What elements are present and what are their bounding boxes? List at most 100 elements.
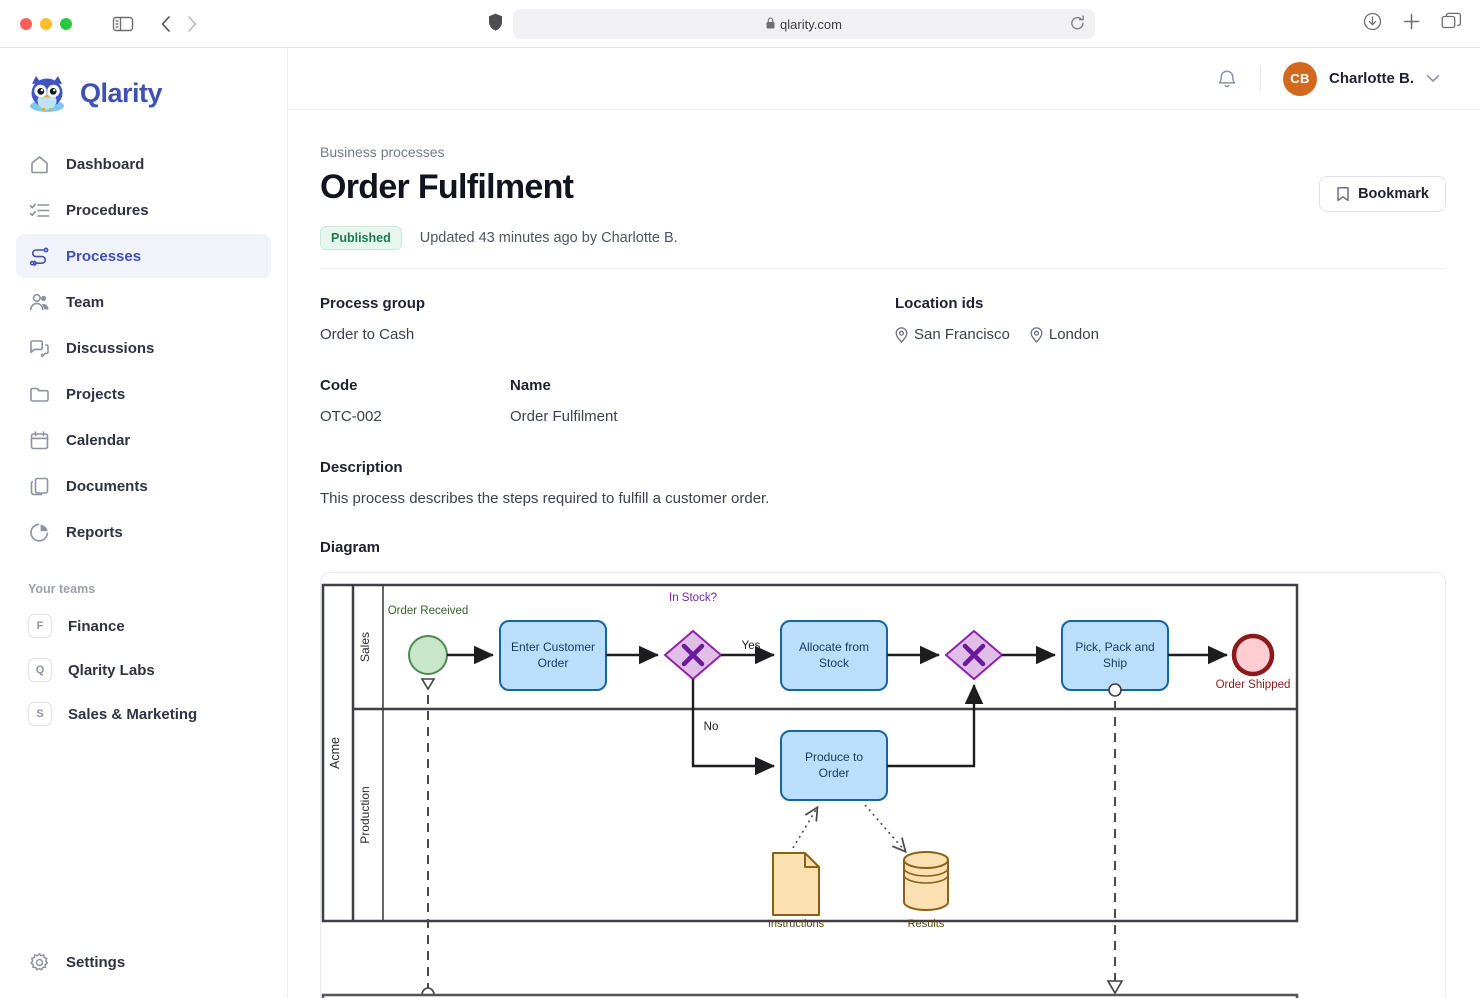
divider: [320, 268, 1446, 269]
lane-label-production: Production: [358, 786, 372, 843]
data-store-results[interactable]: [903, 851, 949, 911]
location-item: London: [1030, 326, 1099, 343]
sidebar-item-label: Procedures: [66, 201, 149, 219]
window-traffic-lights[interactable]: [0, 17, 72, 30]
team-avatar: F: [28, 614, 52, 638]
minimize-window-button[interactable]: [40, 17, 52, 30]
start-event[interactable]: [408, 635, 448, 675]
page-content: Business processes Order Fulfilment Book…: [288, 110, 1480, 998]
end-event[interactable]: [1231, 633, 1275, 677]
sidebar-item-procedures[interactable]: Procedures: [16, 188, 271, 232]
sidebar-item-processes[interactable]: Processes: [16, 234, 271, 278]
location-item: San Francisco: [895, 326, 1010, 343]
calendar-icon: [28, 430, 50, 451]
team-label: Sales & Marketing: [68, 705, 198, 723]
brand-name: Qlarity: [80, 77, 163, 108]
diagram-label: Diagram: [320, 539, 381, 556]
browser-forward-button[interactable]: [186, 15, 198, 33]
process-group-label: Process group: [320, 295, 426, 312]
flow-label-yes: Yes: [742, 640, 761, 652]
name-value: Order Fulfilment: [510, 408, 618, 425]
reload-icon[interactable]: [1070, 15, 1085, 36]
plus-icon[interactable]: [1402, 12, 1421, 36]
location-ids-label: Location ids: [895, 295, 984, 312]
sidebar-item-label: Discussions: [66, 339, 155, 357]
artifact-label: Results: [908, 918, 945, 930]
lock-icon: [766, 17, 775, 32]
task-label: Pick, Pack and: [1075, 640, 1154, 654]
address-bar[interactable]: qlarity.com: [513, 9, 1095, 39]
chevron-down-icon[interactable]: [1426, 74, 1440, 83]
sidebar-team-sales-marketing[interactable]: S Sales & Marketing: [16, 692, 271, 736]
brand-logo[interactable]: Qlarity: [0, 48, 287, 136]
sidebar: Qlarity Dashboard Procedures Processes T…: [0, 48, 288, 998]
sidebar-item-projects[interactable]: Projects: [16, 372, 271, 416]
url-text: qlarity.com: [780, 16, 842, 32]
start-event-label: Order Received: [388, 605, 469, 617]
page-title: Order Fulfilment: [320, 168, 574, 206]
gear-icon: [28, 952, 50, 973]
sidebar-team-qlarity-labs[interactable]: Q Qlarity Labs: [16, 648, 271, 692]
app-shell: Qlarity Dashboard Procedures Processes T…: [0, 48, 1480, 998]
chat-icon: [28, 338, 50, 359]
bookmark-button[interactable]: Bookmark: [1319, 176, 1446, 212]
sidebar-toggle-icon[interactable]: [112, 15, 134, 33]
diagram-container[interactable]: Acme Sales Production Order Received Ent…: [320, 572, 1446, 998]
message-boundary-event[interactable]: [1108, 683, 1122, 697]
artifact-label: Instructions: [768, 918, 825, 930]
gateway-label-in-stock: In Stock?: [669, 592, 717, 604]
breadcrumb[interactable]: Business processes: [320, 144, 1446, 160]
data-object-instructions[interactable]: [772, 852, 820, 916]
team-avatar: S: [28, 702, 52, 726]
sidebar-item-label: Documents: [66, 477, 148, 495]
sidebar-item-dashboard[interactable]: Dashboard: [16, 142, 271, 186]
task-label-line2: Stock: [819, 656, 850, 670]
sidebar-item-documents[interactable]: Documents: [16, 464, 271, 508]
browser-back-button[interactable]: [160, 15, 172, 33]
sidebar-item-label: Projects: [66, 385, 126, 403]
teams-heading: Your teams: [28, 582, 96, 596]
map-pin-icon: [895, 326, 908, 343]
primary-nav: Dashboard Procedures Processes Team Disc…: [0, 136, 287, 554]
top-bar: CB Charlotte B.: [288, 48, 1480, 110]
bell-icon[interactable]: [1216, 68, 1238, 90]
status-badge: Published: [320, 226, 402, 250]
tab-overview-icon[interactable]: [1441, 12, 1462, 36]
sidebar-item-label: Processes: [66, 247, 142, 265]
browser-toolbar: qlarity.com: [0, 0, 1480, 48]
shield-icon[interactable]: [488, 13, 503, 36]
settings-label: Settings: [66, 953, 126, 971]
process-flow-icon: [28, 246, 50, 267]
sidebar-item-calendar[interactable]: Calendar: [16, 418, 271, 462]
owl-logo-icon: [30, 76, 64, 112]
task-label-line2: Order: [538, 656, 569, 670]
task-label-line2: Ship: [1103, 656, 1127, 670]
documents-icon: [28, 476, 50, 497]
sidebar-item-label: Dashboard: [66, 155, 145, 173]
process-group-value: Order to Cash: [320, 326, 415, 343]
flow-label-no: No: [704, 721, 719, 733]
pool-label: Acme: [328, 737, 342, 769]
close-window-button[interactable]: [20, 17, 32, 30]
bpmn-diagram[interactable]: Acme Sales Production Order Received Ent…: [321, 583, 1446, 998]
divider: [1259, 65, 1261, 92]
sidebar-item-discussions[interactable]: Discussions: [16, 326, 271, 370]
maximize-window-button[interactable]: [60, 17, 72, 30]
main-area: CB Charlotte B. Business processes Order…: [288, 48, 1480, 998]
sidebar-team-finance[interactable]: F Finance: [16, 604, 271, 648]
pie-chart-icon: [28, 522, 50, 543]
code-label: Code: [320, 377, 358, 394]
sidebar-item-label: Team: [66, 293, 105, 311]
download-icon[interactable]: [1363, 12, 1382, 36]
sidebar-item-reports[interactable]: Reports: [16, 510, 271, 554]
sidebar-item-settings[interactable]: Settings: [16, 940, 271, 984]
sidebar-item-team[interactable]: Team: [16, 280, 271, 324]
message-flow-end-marker: [1106, 980, 1124, 995]
avatar: CB: [1282, 61, 1317, 96]
task-label-line2: Order: [819, 766, 850, 780]
people-icon: [28, 292, 50, 313]
home-icon: [28, 154, 50, 175]
team-label: Finance: [68, 617, 125, 635]
end-event-label: Order Shipped: [1216, 679, 1291, 691]
user-menu[interactable]: CB Charlotte B.: [1282, 61, 1440, 96]
